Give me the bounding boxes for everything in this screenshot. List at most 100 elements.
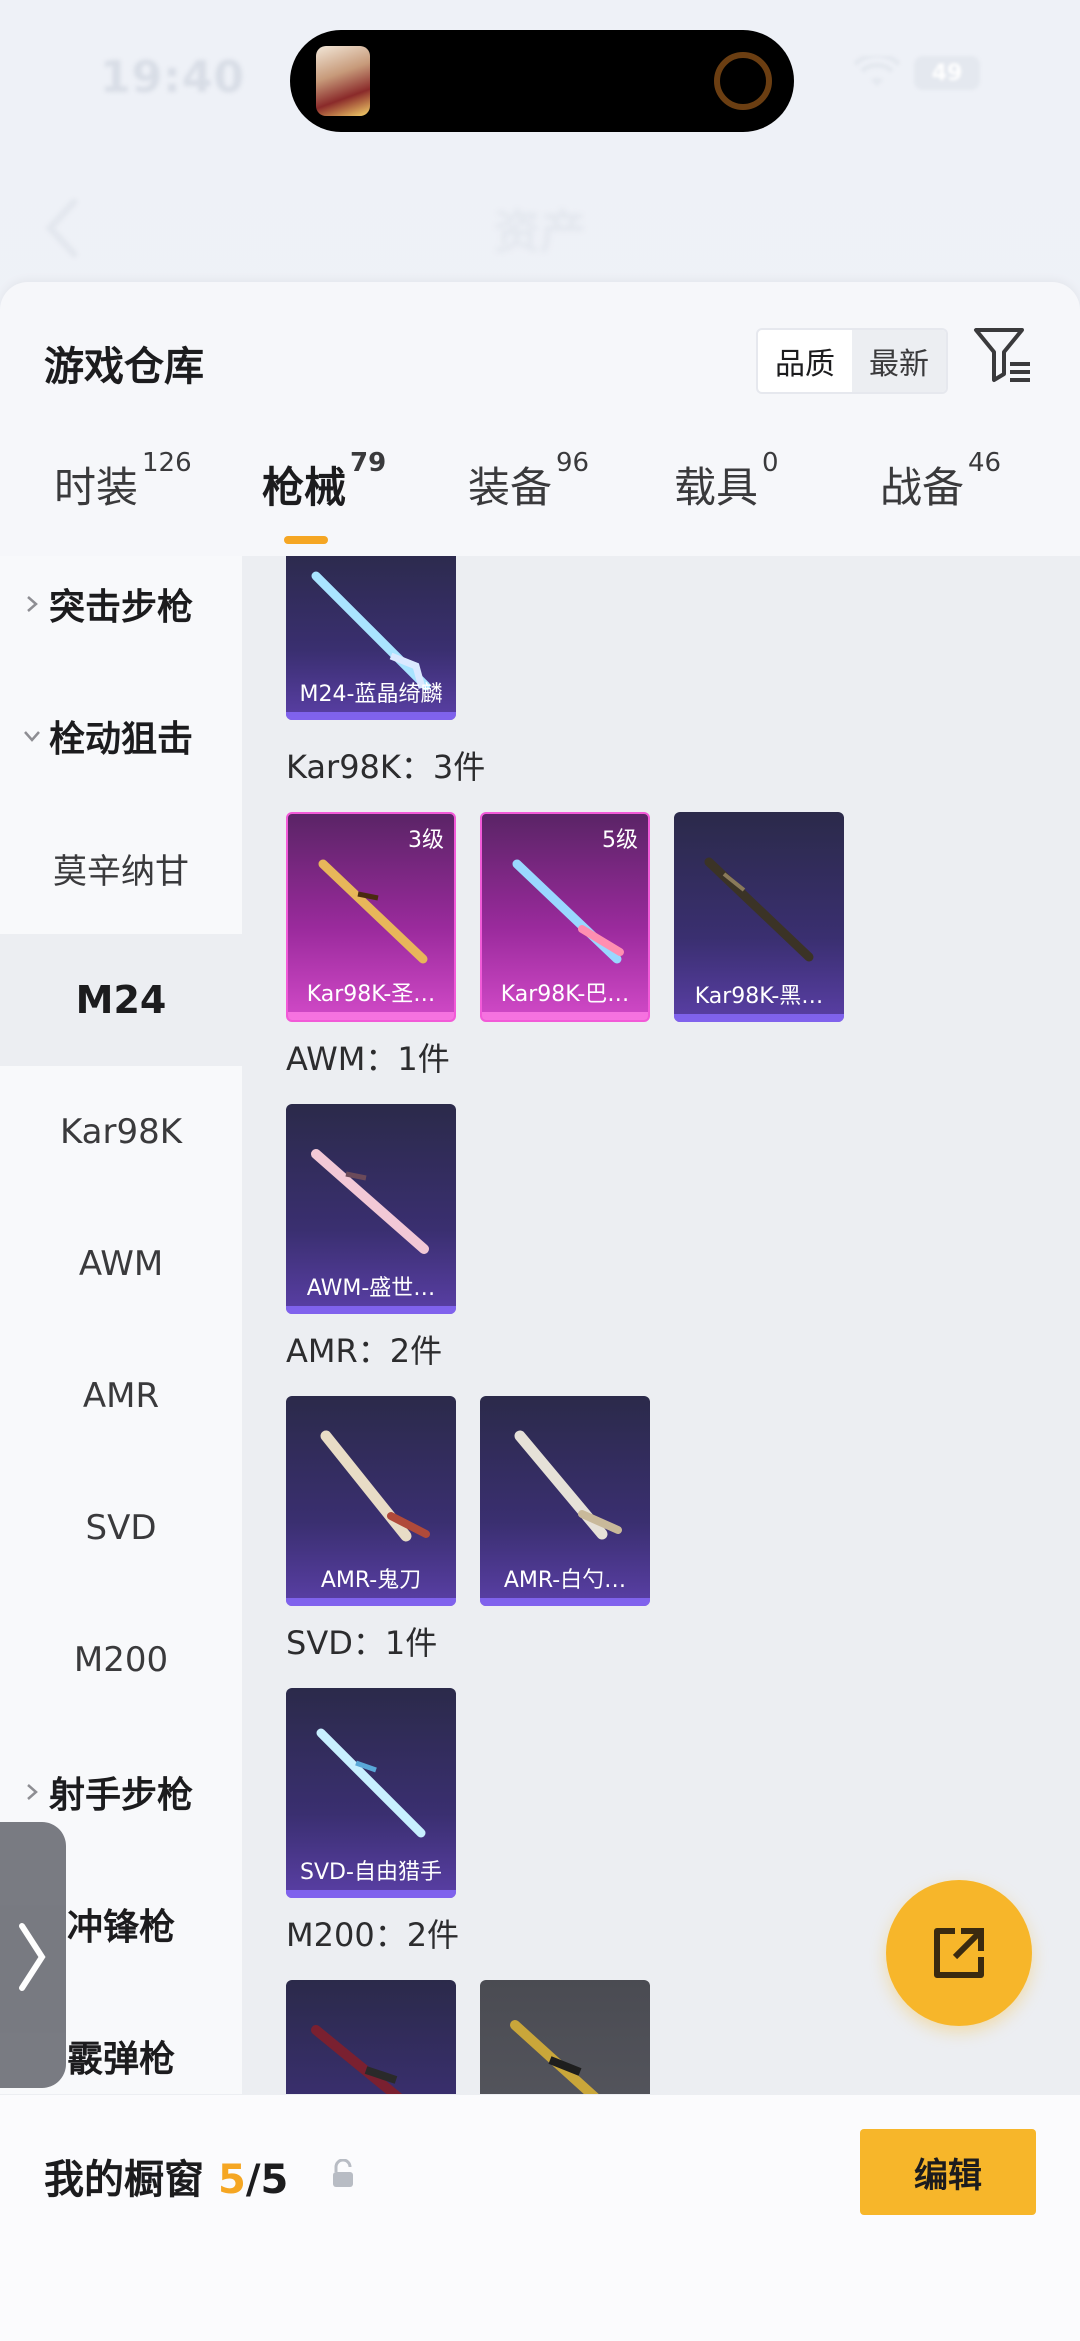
- weapon-name: Kar98K-巴…: [500, 982, 630, 1007]
- category-tabs: 时装 126 枪械 79 装备 96 载具 0 战备 46: [0, 432, 1080, 556]
- rifle-icon: [512, 859, 624, 964]
- active-tab-indicator: [284, 536, 328, 544]
- status-icons: 49: [854, 56, 980, 90]
- section-label-kar98k: Kar98K：3件: [286, 748, 486, 786]
- weapon-card[interactable]: AWM-盛世…: [286, 1104, 456, 1314]
- weapon-name: M24-蓝晶绮麟: [299, 682, 443, 707]
- tab-supplies[interactable]: 战备 46: [880, 450, 1001, 515]
- status-bar: 19:40 49: [0, 0, 1080, 170]
- rifle-icon: [320, 1430, 430, 1542]
- sort-quality-button[interactable]: 品质: [758, 330, 852, 392]
- battery-icon: 49: [914, 56, 980, 90]
- edit-button[interactable]: 编辑: [860, 2129, 1036, 2215]
- filter-icon[interactable]: [972, 324, 1034, 386]
- page-title: 游戏仓库: [44, 344, 204, 390]
- tab-firearms[interactable]: 枪械 79: [262, 450, 386, 515]
- sidebar-item-kar98k[interactable]: Kar98K: [0, 1066, 242, 1198]
- weapon-card[interactable]: 5级 Kar98K-巴…: [480, 812, 650, 1022]
- weapon-list: M24-蓝晶绮麟 Kar98K：3件 3级 Kar98K-圣… 5级 Kar98…: [242, 556, 1080, 2106]
- weapon-card[interactable]: 3级 Kar98K-圣…: [286, 812, 456, 1022]
- showcase-total: /5: [245, 2157, 289, 2203]
- weapon-card[interactable]: AMR-白勺…: [480, 1396, 650, 1606]
- weapon-card[interactable]: [480, 1980, 650, 2106]
- side-drawer-handle[interactable]: [0, 1822, 66, 2088]
- weapon-name: AWM-盛世…: [306, 1276, 436, 1301]
- rifle-icon: [318, 859, 428, 964]
- tab-count: 46: [968, 448, 1002, 478]
- sidebar-item-label: 莫辛纳甘: [53, 851, 189, 892]
- weapon-card[interactable]: AMR-鬼刀: [286, 1396, 456, 1606]
- unlock-icon: [333, 2159, 353, 2187]
- rifle-icon: [311, 1149, 429, 1254]
- showcase-title: 我的橱窗: [44, 2157, 204, 2203]
- tab-label: 装备: [468, 463, 553, 512]
- weapon-name: SVD-自由猎手: [300, 1860, 442, 1885]
- sidebar-item-label: AMR: [82, 1376, 160, 1416]
- weapon-name: Kar98K-黑…: [694, 984, 824, 1009]
- sidebar-item-label: M200: [73, 1640, 169, 1680]
- sheet-header: 游戏仓库 品质 最新: [0, 282, 1080, 432]
- sidebar-item-awm[interactable]: AWM: [0, 1198, 242, 1330]
- tab-fashion[interactable]: 时装 126: [54, 450, 192, 515]
- showcase-bar: 我的橱窗 5/5 编辑: [0, 2094, 1080, 2341]
- showcase-count: 5/5: [218, 2157, 288, 2203]
- rifle-icon: [311, 2025, 417, 2106]
- chevron-down-icon: [24, 731, 40, 742]
- rifle-icon: [514, 1430, 622, 1540]
- chevron-right-icon: [27, 596, 38, 612]
- weapon-card[interactable]: M24-蓝晶绮麟: [286, 556, 456, 720]
- nav-bar: 资产: [0, 180, 1080, 280]
- rifle-icon: [510, 2020, 612, 2106]
- activity-ring-icon: [714, 52, 772, 110]
- weapon-card[interactable]: SVD-自由猎手: [286, 1688, 456, 1898]
- rifle-icon: [316, 1728, 426, 1838]
- section-label-amr: AMR：2件: [286, 1332, 443, 1370]
- section-label-m200: M200：2件: [286, 1916, 460, 1954]
- weapon-name: AMR-鬼刀: [320, 1568, 422, 1593]
- sidebar-item-label: 栓动狙击: [48, 719, 193, 760]
- sidebar-item-m200[interactable]: M200: [0, 1594, 242, 1726]
- sidebar-item-amr[interactable]: AMR: [0, 1330, 242, 1462]
- showcase-label: 我的橱窗 5/5: [44, 2147, 288, 2205]
- sidebar-item-label: M24: [75, 978, 167, 1022]
- tab-label: 战备: [880, 463, 965, 512]
- sidebar-item-label: 射手步枪: [48, 1775, 193, 1816]
- tab-vehicles[interactable]: 载具 0: [674, 450, 779, 515]
- sidebar-item-assault-rifles[interactable]: 突击步枪: [0, 556, 242, 670]
- warehouse-sheet: 游戏仓库 品质 最新 时装126 枪械79 装备96 载具0 战备46: [0, 282, 1080, 2341]
- tab-label: 枪械: [262, 463, 347, 512]
- tab-count: 96: [556, 448, 590, 478]
- dynamic-island: [290, 30, 794, 132]
- sidebar-item-m24[interactable]: M24: [0, 934, 242, 1066]
- nav-title: 资产: [494, 205, 586, 259]
- sidebar-item-label: Kar98K: [59, 1112, 183, 1152]
- sidebar-item-bolt-snipers[interactable]: 栓动狙击: [0, 670, 242, 802]
- sidebar-item-label: SVD: [85, 1508, 157, 1548]
- sidebar-item-label: 霰弹枪: [66, 2039, 175, 2080]
- now-playing-thumbnail: [316, 46, 370, 116]
- showcase-current: 5: [218, 2157, 246, 2203]
- tab-label: 时装: [54, 463, 139, 512]
- section-label-awm: AWM：1件: [286, 1040, 450, 1078]
- share-button[interactable]: [886, 1880, 1032, 2026]
- tab-count: 79: [350, 448, 387, 478]
- chevron-right-icon: [27, 1784, 38, 1800]
- section-label-svd: SVD：1件: [286, 1624, 438, 1662]
- chevron-right-icon: [19, 1923, 46, 1991]
- sidebar-item-label: 冲锋枪: [66, 1907, 175, 1948]
- sort-toggle: 品质 最新: [756, 328, 948, 394]
- tab-count: 126: [142, 448, 192, 478]
- tab-equipment[interactable]: 装备 96: [468, 450, 589, 515]
- weapon-name: AMR-白勺…: [503, 1568, 627, 1593]
- wifi-icon: [854, 56, 900, 86]
- sidebar-item-mosin[interactable]: 莫辛纳甘: [0, 802, 242, 934]
- weapon-card[interactable]: Kar98K-黑…: [674, 812, 844, 1022]
- weapon-card[interactable]: [286, 1980, 456, 2106]
- sidebar-item-label: AWM: [78, 1244, 164, 1284]
- share-external-icon: [934, 1928, 984, 1978]
- rifle-icon: [704, 857, 814, 962]
- sidebar-item-label: 突击步枪: [48, 587, 193, 628]
- sidebar-item-svd[interactable]: SVD: [0, 1462, 242, 1594]
- sort-newest-button[interactable]: 最新: [852, 330, 946, 392]
- tab-count: 0: [762, 448, 779, 478]
